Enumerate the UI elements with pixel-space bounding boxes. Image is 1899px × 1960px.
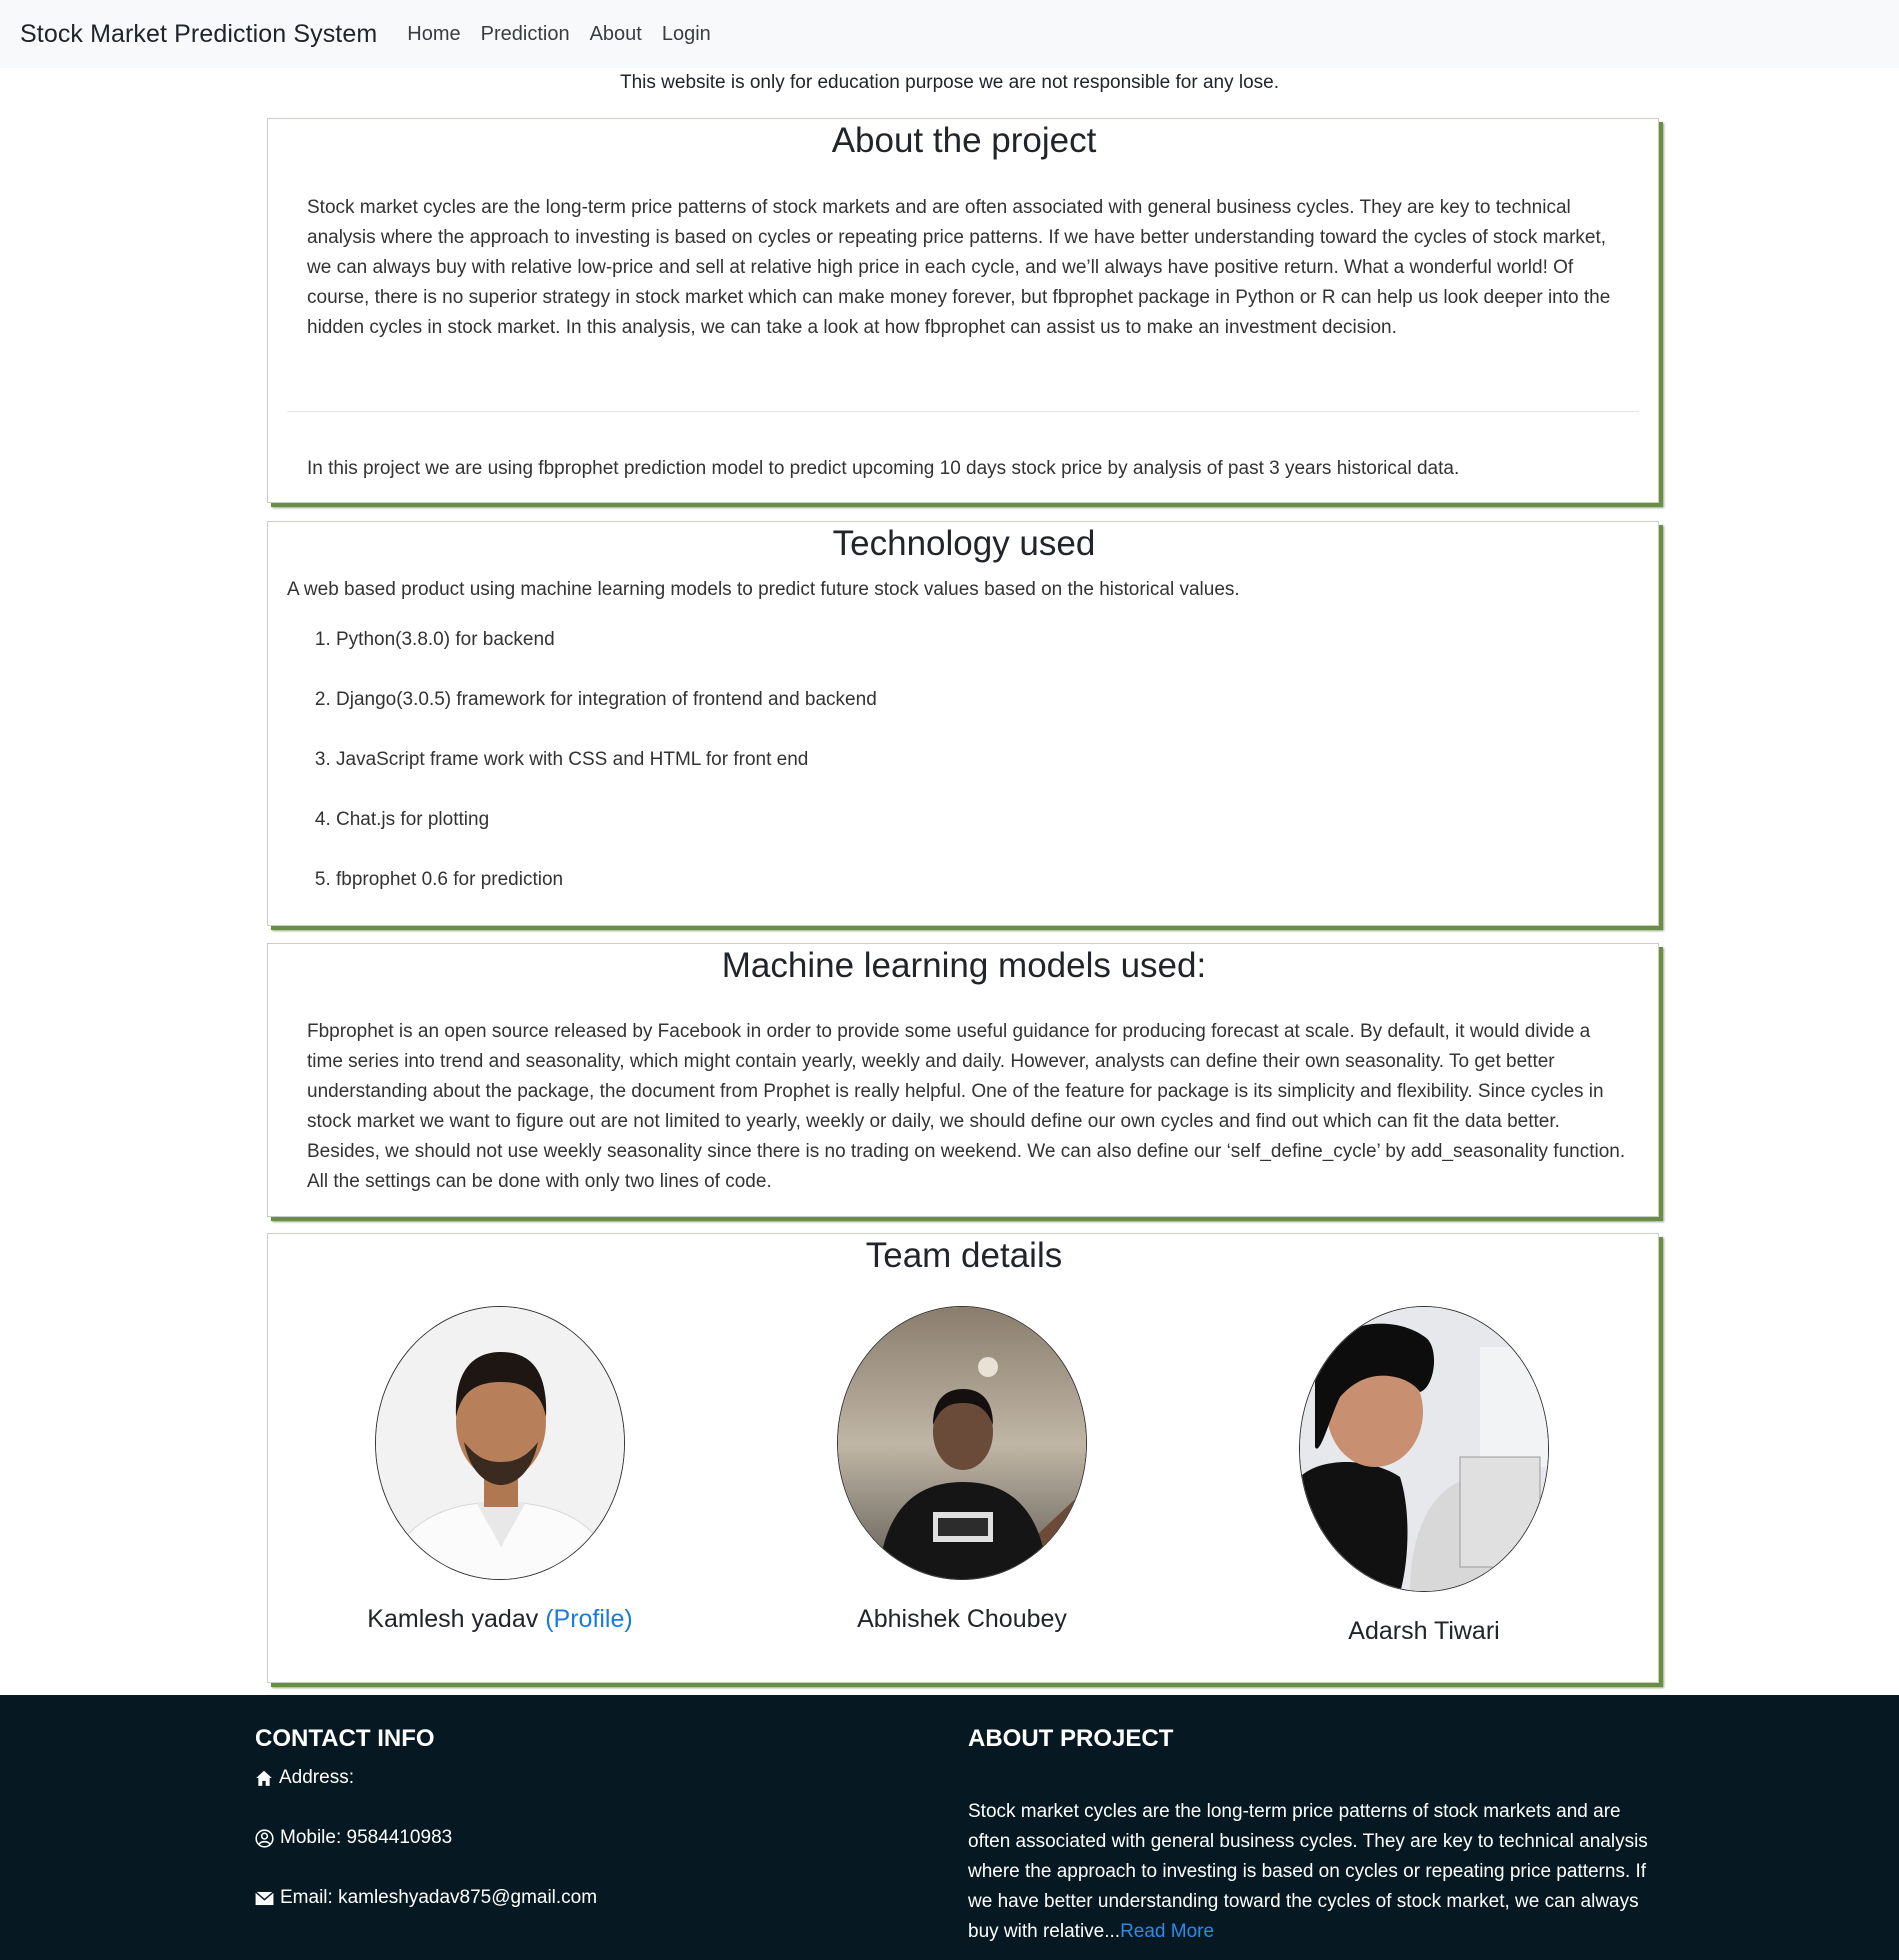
about-title: About the project — [831, 121, 1097, 160]
home-icon — [256, 1770, 272, 1786]
member-name: Kamlesh yadav — [367, 1605, 539, 1633]
contact-title: CONTACT INFO — [255, 1725, 435, 1752]
member-name-kamlesh: Kamlesh yadav (Profile) — [270, 1605, 730, 1634]
address-label: Address: — [279, 1767, 354, 1788]
person-portrait-icon — [1300, 1307, 1548, 1591]
team-title: Team details — [865, 1236, 1063, 1275]
profile-link[interactable]: (Profile) — [545, 1605, 633, 1633]
divider — [287, 411, 1639, 412]
nav-about[interactable]: About — [590, 23, 642, 46]
footer: CONTACT INFO Address: Mobile: 9584410983… — [0, 1695, 1899, 1960]
technology-card: Technology used A web based product usin… — [267, 521, 1659, 926]
about-project-text: Stock market cycles are the long-term pr… — [968, 1797, 1648, 1947]
user-circle-icon — [255, 1828, 274, 1848]
technology-intro: A web based product using machine learni… — [287, 579, 1240, 600]
ml-card: Machine learning models used: Fbprophet … — [267, 943, 1659, 1217]
technology-title: Technology used — [832, 524, 1096, 563]
list-item: fbprophet 0.6 for prediction — [336, 865, 1536, 895]
disclaimer-text: This website is only for education purpo… — [619, 72, 1280, 93]
mobile-label: Mobile: 9584410983 — [280, 1827, 453, 1848]
navbar: Stock Market Prediction System Home Pred… — [0, 0, 1899, 68]
about-project-body: Stock market cycles are the long-term pr… — [968, 1801, 1648, 1942]
member-name-abhishek: Abhishek Choubey — [857, 1605, 1067, 1633]
team-card: Team details Kamlesh yadav (Profile) Abh… — [267, 1233, 1659, 1683]
list-item: JavaScript frame work with CSS and HTML … — [336, 745, 1536, 775]
list-item: Python(3.8.0) for backend — [336, 625, 1536, 655]
nav-home[interactable]: Home — [407, 23, 460, 46]
email-label[interactable]: Email: kamleshyadav875@gmail.com — [280, 1887, 597, 1909]
ml-paragraph: Fbprophet is an open source released by … — [307, 1021, 1626, 1192]
about-card: About the project Stock market cycles ar… — [267, 118, 1659, 503]
ml-title: Machine learning models used: — [721, 946, 1207, 985]
list-item: Chat.js for plotting — [336, 805, 1536, 835]
contact-email[interactable]: Email: kamleshyadav875@gmail.com — [255, 1887, 597, 1909]
contact-mobile: Mobile: 9584410983 — [255, 1827, 452, 1849]
contact-address: Address: — [255, 1767, 354, 1789]
avatar-kamlesh — [375, 1306, 625, 1580]
read-more-link[interactable]: Read More — [1120, 1921, 1214, 1942]
nav-prediction[interactable]: Prediction — [481, 23, 570, 46]
nav-login[interactable]: Login — [662, 23, 711, 46]
list-item: Django(3.0.5) framework for integration … — [336, 685, 1536, 715]
member-name-adarsh: Adarsh Tiwari — [1348, 1617, 1500, 1645]
about-summary: In this project we are using fbprophet p… — [307, 458, 1460, 479]
brand-title[interactable]: Stock Market Prediction System — [20, 20, 377, 49]
envelope-icon — [255, 1890, 274, 1905]
avatar-abhishek — [837, 1306, 1087, 1580]
person-portrait-icon — [838, 1307, 1086, 1579]
technology-list: Python(3.8.0) for backend Django(3.0.5) … — [336, 625, 1536, 895]
person-portrait-icon — [376, 1307, 624, 1579]
about-project-title: ABOUT PROJECT — [968, 1725, 1174, 1752]
avatar-adarsh — [1299, 1306, 1549, 1592]
about-paragraph: Stock market cycles are the long-term pr… — [307, 197, 1611, 338]
